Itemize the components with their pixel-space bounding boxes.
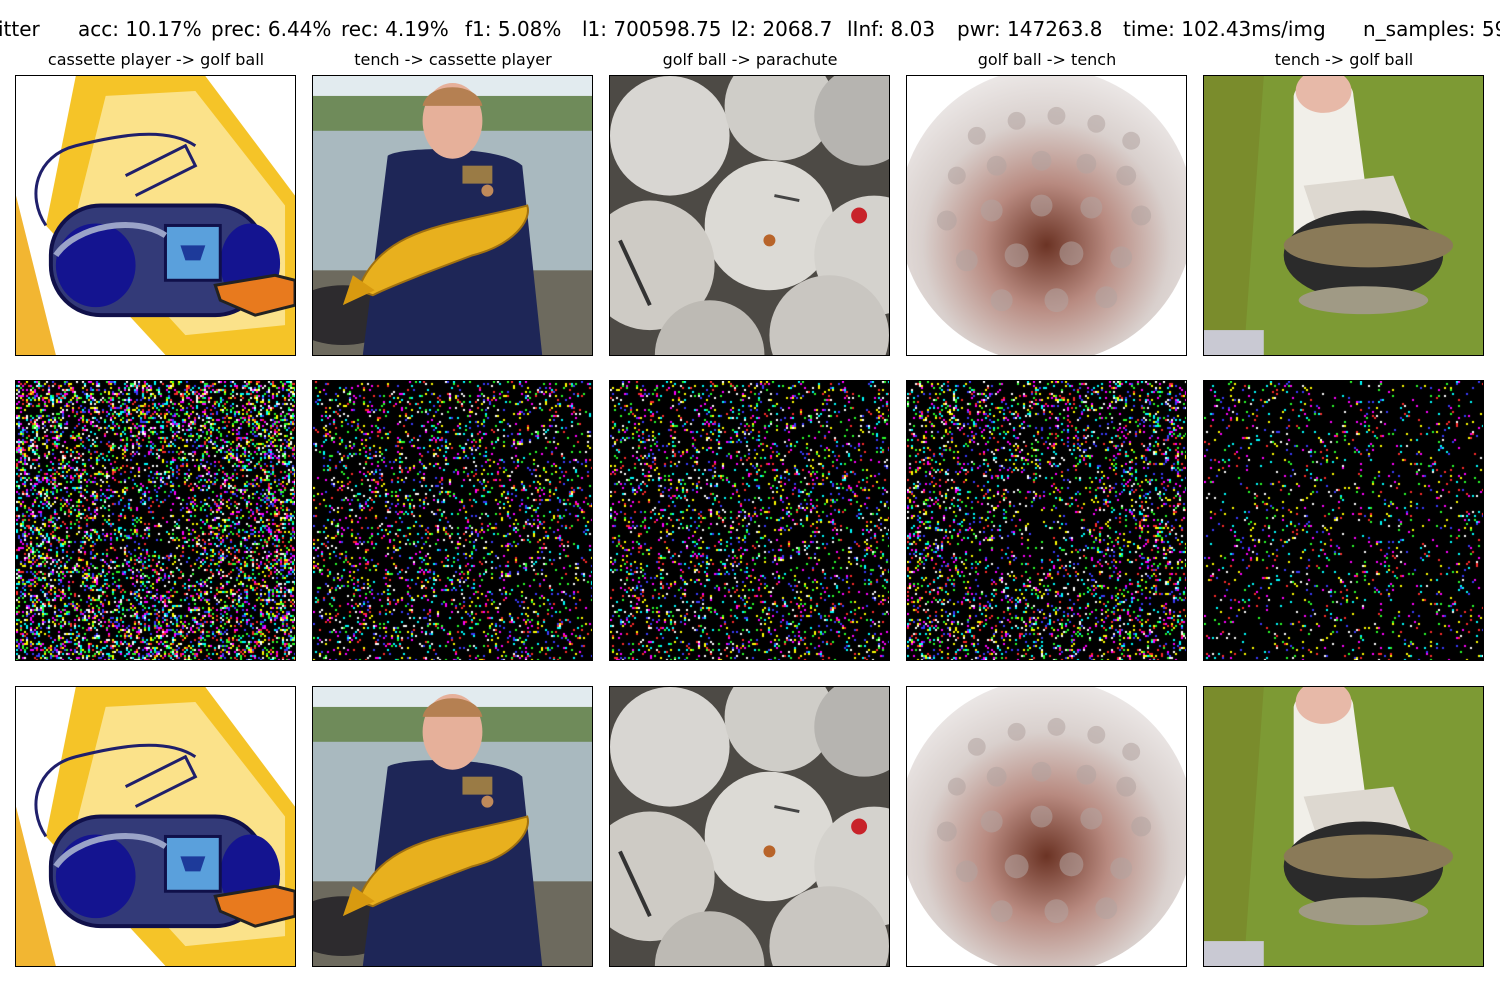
metric-precision: prec: 6.44% <box>211 17 332 41</box>
column-title: golf ball -> tench <box>977 50 1117 69</box>
metric-samples: n_samples: 59 <box>1363 17 1500 41</box>
metric-attack-name: itter <box>0 17 40 41</box>
perturbation-map <box>312 380 593 661</box>
original-image-cassette-player <box>15 75 296 356</box>
metrics-bar: itter acc: 10.17% prec: 6.44% rec: 4.19%… <box>0 14 1500 44</box>
perturbation-map <box>609 380 890 661</box>
original-image-tench-grass <box>1203 75 1484 356</box>
perturbation-map <box>906 380 1187 661</box>
column-title: golf ball -> parachute <box>662 50 838 69</box>
original-image-tench <box>312 75 593 356</box>
metric-time: time: 102.43ms/img <box>1123 17 1326 41</box>
original-image-golf-balls <box>609 75 890 356</box>
adversarial-image-tench <box>312 686 593 967</box>
adversarial-image-cassette-player <box>15 686 296 967</box>
adversarial-image-golf-ball <box>906 686 1187 967</box>
metric-accuracy: acc: 10.17% <box>78 17 202 41</box>
adversarial-image-tench-grass <box>1203 686 1484 967</box>
metric-l2: l2: 2068.7 <box>731 17 833 41</box>
metric-power: pwr: 147263.8 <box>957 17 1103 41</box>
column-title: cassette player -> golf ball <box>47 50 265 69</box>
original-image-golf-ball <box>906 75 1187 356</box>
perturbation-map <box>15 380 296 661</box>
metric-linf: lInf: 8.03 <box>847 17 936 41</box>
perturbation-map <box>1203 380 1484 661</box>
metric-l1: l1: 700598.75 <box>582 17 722 41</box>
adversarial-image-golf-balls <box>609 686 890 967</box>
metric-f1: f1: 5.08% <box>465 17 562 41</box>
column-title: tench -> golf ball <box>1274 50 1414 69</box>
column-title: tench -> cassette player <box>354 50 552 69</box>
metric-recall: rec: 4.19% <box>341 17 449 41</box>
